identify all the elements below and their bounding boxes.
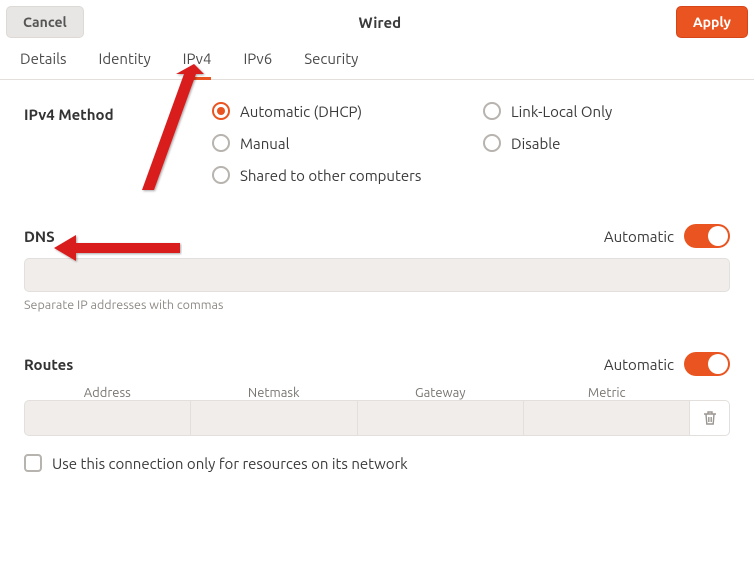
- tab-identity[interactable]: Identity: [99, 44, 151, 80]
- routes-col-gateway: Gateway: [357, 386, 524, 400]
- routes-section: Routes Automatic Address Netmask Gateway…: [24, 352, 730, 472]
- tab-details[interactable]: Details: [20, 44, 67, 80]
- routes-col-netmask: Netmask: [191, 386, 358, 400]
- tabs: Details Identity IPv4 IPv6 Security: [0, 44, 754, 80]
- route-netmask-input[interactable]: [191, 400, 357, 436]
- radio-automatic[interactable]: Automatic (DHCP): [212, 102, 459, 120]
- radio-label: Link-Local Only: [511, 103, 612, 120]
- resources-only-checkbox[interactable]: [24, 454, 42, 472]
- dns-helper-text: Separate IP addresses with commas: [24, 298, 730, 312]
- routes-title: Routes: [24, 356, 73, 373]
- route-metric-input[interactable]: [524, 400, 690, 436]
- radio-dot-icon: [212, 134, 230, 152]
- tab-ipv4[interactable]: IPv4: [183, 44, 212, 80]
- tab-security[interactable]: Security: [304, 44, 358, 80]
- routes-automatic-toggle[interactable]: [684, 352, 730, 376]
- radio-shared[interactable]: Shared to other computers: [212, 166, 459, 184]
- route-delete-button[interactable]: [690, 400, 730, 436]
- radio-dot-icon: [212, 166, 230, 184]
- dns-input[interactable]: [24, 258, 730, 292]
- tab-ipv6[interactable]: IPv6: [243, 44, 272, 80]
- radio-dot-icon: [212, 102, 230, 120]
- routes-automatic-label: Automatic: [604, 356, 674, 373]
- radio-label: Automatic (DHCP): [240, 103, 362, 120]
- radio-dot-icon: [483, 102, 501, 120]
- route-gateway-input[interactable]: [358, 400, 524, 436]
- ipv4-method-label: IPv4 Method: [24, 102, 212, 184]
- radio-label: Manual: [240, 135, 290, 152]
- route-address-input[interactable]: [24, 400, 191, 436]
- routes-col-metric: Metric: [524, 386, 691, 400]
- apply-button[interactable]: Apply: [676, 6, 748, 38]
- radio-label: Disable: [511, 135, 560, 152]
- resources-only-label: Use this connection only for resources o…: [52, 455, 408, 472]
- routes-row: [24, 400, 730, 436]
- radio-disable[interactable]: Disable: [483, 134, 730, 152]
- dns-automatic-toggle[interactable]: [684, 224, 730, 248]
- dns-section: DNS Automatic Separate IP addresses with…: [24, 224, 730, 312]
- radio-label: Shared to other computers: [240, 167, 421, 184]
- trash-icon: [703, 410, 717, 426]
- header: Cancel Wired Apply: [0, 0, 754, 44]
- radio-manual[interactable]: Manual: [212, 134, 459, 152]
- routes-col-address: Address: [24, 386, 191, 400]
- dns-title: DNS: [24, 228, 55, 245]
- radio-dot-icon: [483, 134, 501, 152]
- dns-automatic-label: Automatic: [604, 228, 674, 245]
- window-title: Wired: [359, 14, 402, 31]
- radio-link-local[interactable]: Link-Local Only: [483, 102, 730, 120]
- cancel-button[interactable]: Cancel: [6, 6, 84, 38]
